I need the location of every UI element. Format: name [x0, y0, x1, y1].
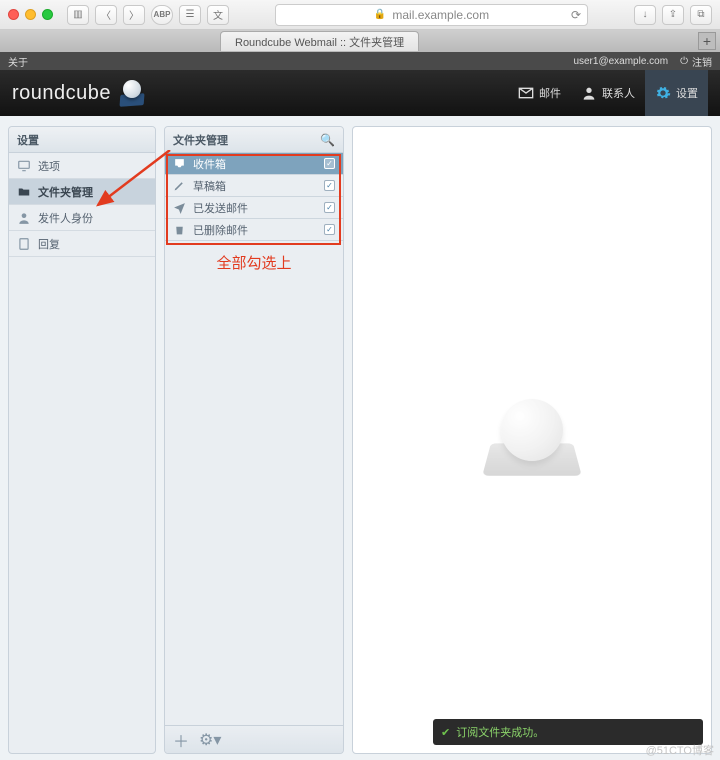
sent-icon — [173, 201, 186, 214]
downloads-icon[interactable]: ↓ — [634, 5, 656, 25]
settings-section-list: 选项 文件夹管理 发件人身份 回复 — [9, 153, 155, 257]
new-tab-button[interactable]: + — [698, 32, 716, 50]
settings-sections-title: 设置 — [9, 127, 155, 153]
current-user-email: user1@example.com — [573, 56, 668, 67]
reload-icon[interactable]: ⟳ — [571, 8, 581, 22]
folder-list-footer: ＋ ⚙▾ — [165, 725, 343, 753]
folder-label: 已删除邮件 — [193, 222, 248, 238]
add-folder-button[interactable]: ＋ — [173, 728, 189, 752]
folder-list: 收件箱 ✓ 草稿箱 ✓ 已发送邮件 ✓ — [165, 153, 343, 241]
subscribe-checkbox[interactable]: ✓ — [324, 180, 335, 191]
panel-title-text: 文件夹管理 — [173, 132, 228, 148]
section-folders[interactable]: 文件夹管理 — [9, 179, 155, 205]
about-link[interactable]: 关于 — [8, 54, 28, 69]
document-icon — [17, 237, 31, 251]
minimize-window-icon[interactable] — [25, 9, 36, 20]
section-responses[interactable]: 回复 — [9, 231, 155, 257]
task-settings-button[interactable]: 设置 — [645, 70, 708, 116]
logout-label: 注销 — [692, 54, 712, 69]
folder-list-panel: 文件夹管理 🔍 收件箱 ✓ 草稿箱 ✓ 已发送邮 — [164, 126, 344, 754]
window-controls — [8, 9, 53, 20]
tab-title: Roundcube Webmail :: 文件夹管理 — [235, 34, 404, 50]
trash-icon — [173, 223, 186, 236]
section-label: 回复 — [38, 236, 60, 252]
toast-message: 订阅文件夹成功。 — [456, 724, 544, 740]
brand-name: roundcube — [12, 82, 111, 105]
image-watermark: @51CTO博客 — [646, 742, 714, 758]
url-host: mail.example.com — [392, 8, 489, 22]
task-contacts-label: 联系人 — [602, 85, 635, 101]
browser-tab-active[interactable]: Roundcube Webmail :: 文件夹管理 — [220, 31, 419, 51]
person-icon — [17, 211, 31, 225]
section-label: 选项 — [38, 158, 60, 174]
address-bar[interactable]: 🔒 mail.example.com ⟳ — [275, 4, 588, 26]
section-identities[interactable]: 发件人身份 — [9, 205, 155, 231]
power-icon: ⏻ — [680, 56, 688, 67]
search-icon[interactable]: 🔍 — [320, 133, 335, 147]
maximize-window-icon[interactable] — [42, 9, 53, 20]
task-mail-button[interactable]: 邮件 — [508, 70, 571, 116]
folder-label: 草稿箱 — [193, 178, 226, 194]
sidebar-toggle-button[interactable]: ▥ — [67, 5, 89, 25]
task-contacts-button[interactable]: 联系人 — [571, 70, 645, 116]
reader-icon[interactable]: ☰ — [179, 5, 201, 25]
folder-list-header: 文件夹管理 🔍 — [165, 127, 343, 153]
translate-icon[interactable]: 文 — [207, 5, 229, 25]
lock-icon: 🔒 — [374, 9, 386, 20]
gear-icon — [655, 85, 671, 101]
section-prefs[interactable]: 选项 — [9, 153, 155, 179]
inbox-icon — [173, 157, 186, 170]
watermark-logo — [487, 419, 577, 461]
folder-label: 已发送邮件 — [193, 200, 248, 216]
monitor-icon — [17, 159, 31, 173]
section-label: 文件夹管理 — [38, 184, 93, 200]
adblock-icon[interactable]: ABP — [151, 5, 173, 25]
logout-button[interactable]: ⏻ 注销 — [680, 54, 712, 69]
brand-logo[interactable]: roundcube — [12, 80, 147, 106]
tabs-icon[interactable]: ⧉ — [690, 5, 712, 25]
folder-sent[interactable]: 已发送邮件 ✓ — [165, 197, 343, 219]
nav-back-button[interactable]: 〈 — [95, 5, 117, 25]
mail-icon — [518, 85, 534, 101]
section-label: 发件人身份 — [38, 210, 93, 226]
annotation-note: 全部勾选上 — [165, 252, 343, 273]
folder-label: 收件箱 — [193, 156, 226, 172]
subscribe-checkbox[interactable]: ✓ — [324, 158, 335, 169]
app-main: 设置 选项 文件夹管理 发件人身份 回复 文件夹管理 🔍 — [0, 116, 720, 760]
check-icon: ✔ — [441, 726, 450, 739]
app-header: roundcube 邮件 联系人 设置 — [0, 70, 720, 116]
folder-icon — [17, 185, 31, 199]
folder-inbox[interactable]: 收件箱 ✓ — [165, 153, 343, 175]
folder-drafts[interactable]: 草稿箱 ✓ — [165, 175, 343, 197]
panel-title-text: 设置 — [17, 132, 39, 148]
folder-trash[interactable]: 已删除邮件 ✓ — [165, 219, 343, 241]
taskbar: 邮件 联系人 设置 — [508, 70, 708, 116]
person-icon — [581, 85, 597, 101]
browser-toolbar: ▥ 〈 〉 ABP ☰ 文 🔒 mail.example.com ⟳ ↓ ⇪ ⧉ — [0, 0, 720, 30]
share-icon[interactable]: ⇪ — [662, 5, 684, 25]
nav-forward-button[interactable]: 〉 — [123, 5, 145, 25]
task-settings-label: 设置 — [676, 85, 698, 101]
cube-icon — [117, 80, 147, 106]
content-panel: ✔ 订阅文件夹成功。 — [352, 126, 712, 754]
subscribe-checkbox[interactable]: ✓ — [324, 202, 335, 213]
folder-actions-button[interactable]: ⚙▾ — [199, 730, 221, 750]
pencil-icon — [173, 179, 186, 192]
close-window-icon[interactable] — [8, 9, 19, 20]
task-mail-label: 邮件 — [539, 85, 561, 101]
settings-sections-panel: 设置 选项 文件夹管理 发件人身份 回复 — [8, 126, 156, 754]
subscribe-checkbox[interactable]: ✓ — [324, 224, 335, 235]
browser-tab-strip: Roundcube Webmail :: 文件夹管理 + — [0, 30, 720, 52]
app-topbar: 关于 user1@example.com ⏻ 注销 — [0, 52, 720, 70]
